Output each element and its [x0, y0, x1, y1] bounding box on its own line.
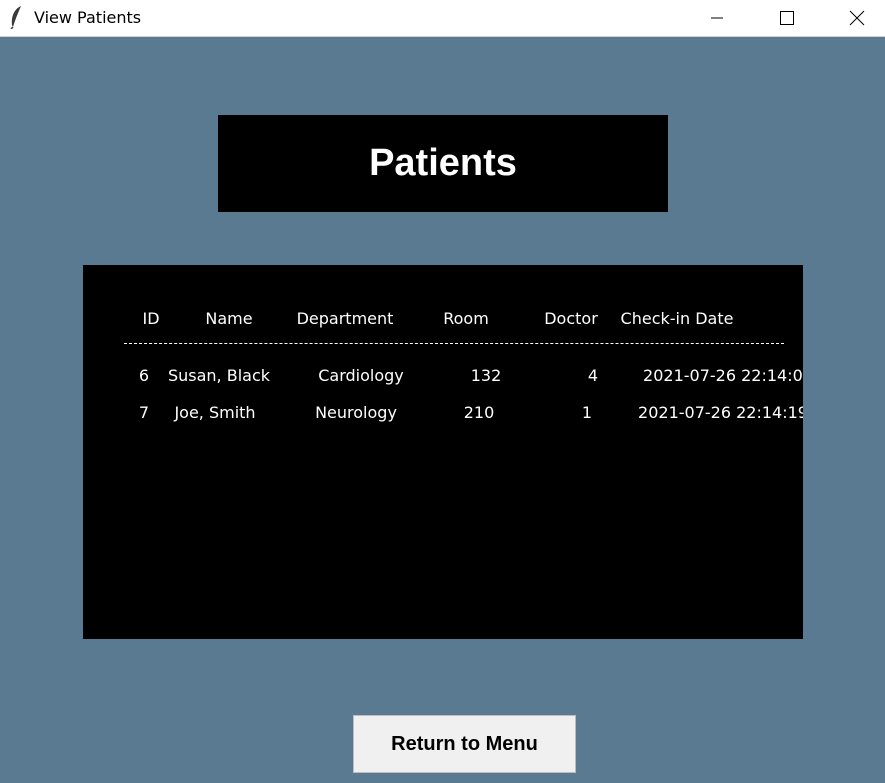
- cell-doctor: 4: [587, 366, 599, 385]
- maximize-icon: [780, 11, 794, 25]
- cell-checkin-date: 2021-07-26 22:14:19: [638, 403, 803, 422]
- title-bar: View Patients: [0, 0, 885, 37]
- window-title: View Patients: [34, 8, 142, 27]
- cell-id: 7: [138, 403, 150, 422]
- column-header-name: Name: [205, 309, 253, 328]
- minimize-button[interactable]: [694, 0, 740, 36]
- column-header-department: Department: [296, 309, 394, 328]
- cell-id: 6: [138, 366, 150, 385]
- cell-name: Joe, Smith: [174, 403, 256, 422]
- page-title-banner: Patients: [218, 115, 668, 212]
- page-title: Patients: [369, 142, 517, 184]
- maximize-button[interactable]: [764, 0, 810, 36]
- cell-room: 210: [463, 403, 495, 422]
- cell-department: Neurology: [315, 403, 397, 422]
- patients-table: ID Name Department Room Doctor Check-in …: [83, 265, 803, 639]
- cell-department: Cardiology: [318, 366, 404, 385]
- column-header-room: Room: [443, 309, 489, 328]
- column-header-checkin-date: Check-in Date: [620, 309, 734, 328]
- feather-icon: [8, 5, 24, 30]
- return-to-menu-button[interactable]: Return to Menu: [353, 715, 576, 773]
- column-header-doctor: Doctor: [544, 309, 598, 328]
- minimize-icon: [711, 17, 723, 19]
- close-button[interactable]: [834, 0, 880, 36]
- cell-checkin-date: 2021-07-26 22:14:00: [643, 366, 803, 385]
- close-icon: [849, 10, 865, 26]
- column-header-id: ID: [142, 309, 160, 328]
- cell-room: 132: [470, 366, 502, 385]
- view-patients-window: View Patients Patients ID Name Departmen…: [0, 0, 885, 783]
- cell-doctor: 1: [581, 403, 593, 422]
- header-divider: [124, 343, 784, 344]
- cell-name: Susan, Black: [167, 366, 271, 385]
